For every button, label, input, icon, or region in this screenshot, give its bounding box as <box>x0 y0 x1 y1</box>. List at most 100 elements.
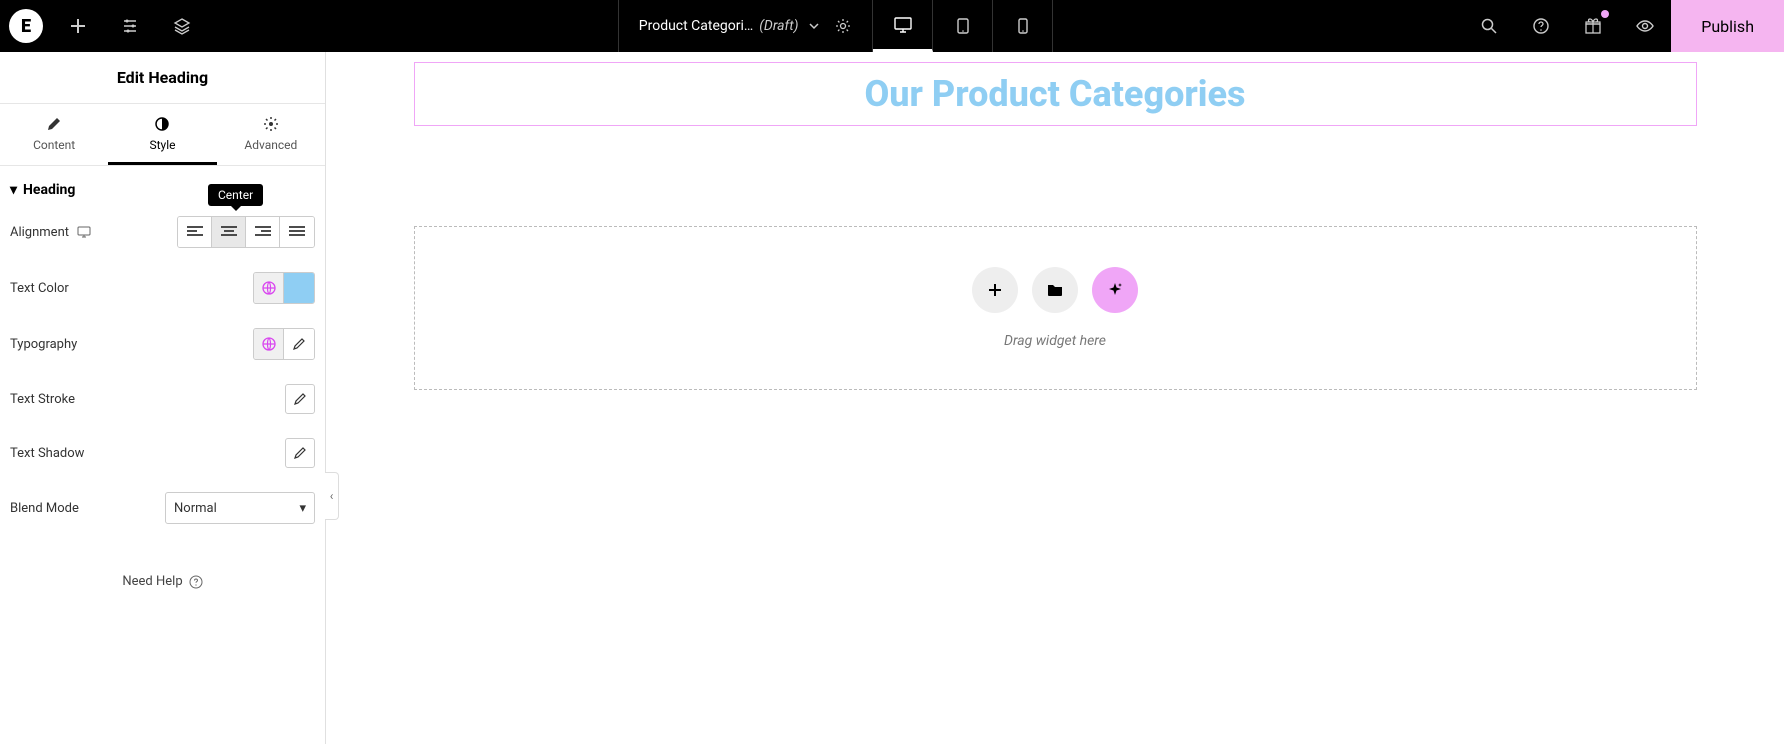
align-justify-icon <box>289 226 305 238</box>
page-settings-button[interactable] <box>834 17 852 35</box>
drop-actions <box>455 267 1656 313</box>
section-heading-label: Heading <box>23 182 75 198</box>
text-shadow-label: Text Shadow <box>10 446 84 461</box>
align-left-icon <box>187 226 203 238</box>
caret-down-icon: ▾ <box>299 501 306 516</box>
topbar-center: Product Categori… (Draft) <box>208 0 1463 52</box>
chevron-down-icon <box>808 20 820 32</box>
typography-control[interactable] <box>253 328 315 360</box>
heading-text: Our Product Categories <box>425 73 1686 115</box>
typography-edit-button[interactable] <box>284 329 314 359</box>
preview-button[interactable] <box>1619 0 1671 52</box>
chevron-left-icon: ‹ <box>330 489 334 503</box>
document-title: Product Categori… <box>639 18 754 34</box>
contrast-icon <box>154 116 170 132</box>
editor-canvas[interactable]: Our Product Categories Drag widget here <box>326 52 1784 744</box>
plus-icon <box>987 282 1003 298</box>
row-blend-mode: Blend Mode Normal ▾ <box>10 492 315 524</box>
topbar-right: Publish <box>1463 0 1784 52</box>
gift-icon <box>1584 17 1602 35</box>
blend-mode-select[interactable]: Normal ▾ <box>165 492 315 524</box>
text-stroke-label: Text Stroke <box>10 392 75 407</box>
empty-container[interactable]: Drag widget here <box>414 226 1697 390</box>
help-button[interactable] <box>1515 0 1567 52</box>
add-button[interactable] <box>52 0 104 52</box>
gear-icon <box>263 116 279 132</box>
template-library-button[interactable] <box>1032 267 1078 313</box>
tab-style-label: Style <box>149 138 175 152</box>
logo-circle: E <box>9 9 43 43</box>
text-stroke-edit-button[interactable] <box>285 384 315 414</box>
need-help-link[interactable]: Need Help <box>10 574 315 589</box>
finder-button[interactable] <box>1463 0 1515 52</box>
globe-icon <box>261 280 277 296</box>
document-status: (Draft) <box>759 18 798 34</box>
row-alignment: Center Alignment <box>10 216 315 248</box>
blend-mode-label: Blend Mode <box>10 501 79 516</box>
text-color-label: Text Color <box>10 281 69 296</box>
structure-button[interactable] <box>156 0 208 52</box>
tab-content-label: Content <box>33 138 75 152</box>
help-icon <box>1532 17 1550 35</box>
align-right-button[interactable] <box>246 217 280 247</box>
tab-style[interactable]: Style <box>108 104 216 165</box>
drop-hint-text: Drag widget here <box>455 333 1656 349</box>
sliders-icon <box>121 17 139 35</box>
sparkle-icon <box>1106 281 1124 299</box>
gear-icon <box>834 17 852 35</box>
site-settings-button[interactable] <box>104 0 156 52</box>
panel-title: Edit Heading <box>0 52 325 104</box>
notification-dot <box>1601 10 1609 18</box>
document-section: Product Categori… (Draft) <box>618 0 874 52</box>
tab-advanced[interactable]: Advanced <box>217 104 325 165</box>
editor-sidebar: Edit Heading Content Style Advanced ▾ He… <box>0 52 326 744</box>
desktop-icon[interactable] <box>77 226 91 238</box>
ai-button[interactable] <box>1092 267 1138 313</box>
global-color-button[interactable] <box>254 273 284 303</box>
publish-button[interactable]: Publish <box>1671 0 1784 52</box>
layers-icon <box>173 17 191 35</box>
align-right-icon <box>255 226 271 238</box>
need-help-label: Need Help <box>122 574 182 589</box>
text-shadow-edit-button[interactable] <box>285 438 315 468</box>
search-icon <box>1480 17 1498 35</box>
device-desktop[interactable] <box>873 0 933 52</box>
mobile-icon <box>1016 17 1030 35</box>
plus-icon <box>70 18 86 34</box>
main-area: Edit Heading Content Style Advanced ▾ He… <box>0 52 1784 744</box>
align-center-icon <box>221 226 237 238</box>
align-left-button[interactable] <box>178 217 212 247</box>
canvas-inner: Our Product Categories Drag widget here <box>414 62 1697 390</box>
color-swatch[interactable] <box>284 273 314 303</box>
folder-icon <box>1046 282 1064 298</box>
style-section: ▾ Heading Center Alignment <box>0 166 325 605</box>
text-color-control[interactable] <box>253 272 315 304</box>
section-heading-toggle[interactable]: ▾ Heading <box>10 182 315 198</box>
eye-icon <box>1635 17 1655 35</box>
help-icon <box>189 575 203 589</box>
align-center-button[interactable] <box>212 217 246 247</box>
panel-collapse-handle[interactable]: ‹ <box>325 472 339 520</box>
tab-content[interactable]: Content <box>0 104 108 165</box>
blend-mode-value: Normal <box>174 501 217 516</box>
topbar-left: E <box>0 0 208 52</box>
whats-new-button[interactable] <box>1567 0 1619 52</box>
row-text-color: Text Color <box>10 272 315 304</box>
global-typography-button[interactable] <box>254 329 284 359</box>
heading-widget[interactable]: Our Product Categories <box>414 62 1697 126</box>
add-widget-button[interactable] <box>972 267 1018 313</box>
panel-tabs: Content Style Advanced <box>0 104 325 166</box>
tab-advanced-label: Advanced <box>244 138 297 152</box>
caret-down-icon: ▾ <box>10 182 17 198</box>
pencil-icon <box>46 116 62 132</box>
elementor-logo[interactable]: E <box>0 0 52 52</box>
device-mobile[interactable] <box>993 0 1053 52</box>
tablet-icon <box>955 17 971 35</box>
row-text-stroke: Text Stroke <box>10 384 315 414</box>
align-justify-button[interactable] <box>280 217 314 247</box>
globe-icon <box>261 336 277 352</box>
alignment-tooltip: Center <box>208 184 263 206</box>
document-dropdown[interactable] <box>808 20 820 32</box>
row-typography: Typography <box>10 328 315 360</box>
device-tablet[interactable] <box>933 0 993 52</box>
